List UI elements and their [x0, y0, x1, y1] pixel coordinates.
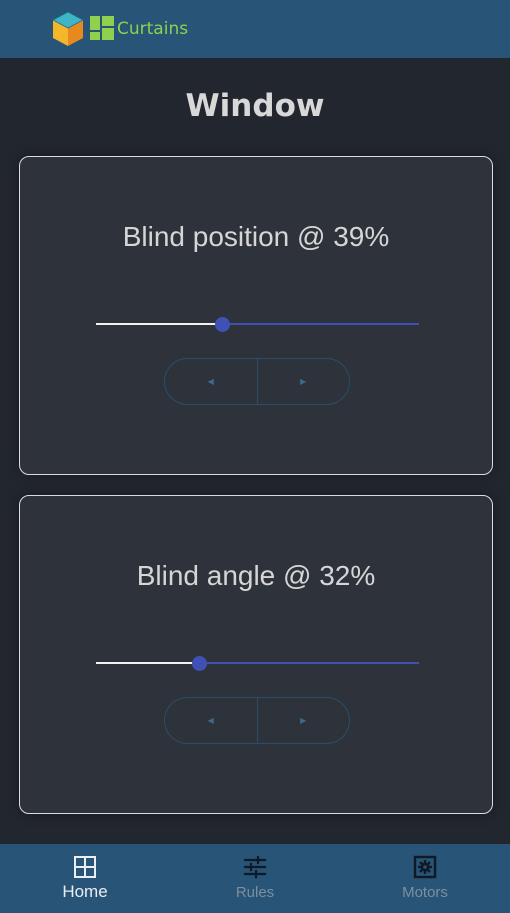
blind-position-label: Blind position @ 39%	[122, 221, 390, 252]
caret-left-icon: ◀	[207, 716, 214, 725]
slider-track-filled	[96, 323, 222, 325]
cog-box-icon	[413, 855, 437, 879]
brand-name[interactable]: Curtains	[117, 19, 188, 39]
increase-button[interactable]: ▶	[256, 359, 350, 404]
blind-angle-card: Blind angle @ 32% ◀ ▶	[19, 495, 493, 814]
slider-track-remaining	[221, 323, 419, 325]
slider-track-remaining	[199, 662, 419, 664]
blind-angle-stepper: ◀ ▶	[164, 697, 350, 744]
slider-track-filled	[96, 662, 200, 664]
grid-icon	[74, 856, 96, 878]
nav-item-home[interactable]: Home	[0, 844, 170, 913]
blind-position-stepper: ◀ ▶	[164, 358, 350, 405]
blind-position-slider[interactable]	[96, 314, 419, 334]
nav-label-home: Home	[62, 882, 108, 901]
nav-label-motors: Motors	[402, 884, 448, 901]
nav-label-rules: Rules	[235, 884, 275, 901]
decrease-button[interactable]: ◀	[165, 359, 257, 404]
bottom-navigation: Home Rules Motors	[0, 844, 510, 913]
slider-thumb[interactable]	[192, 656, 208, 671]
page-title: Window	[185, 88, 325, 124]
caret-right-icon: ▶	[300, 716, 307, 725]
grid-logo-icon	[90, 16, 114, 40]
blind-angle-label: Blind angle @ 32%	[136, 560, 376, 591]
nav-item-motors[interactable]: Motors	[340, 844, 510, 913]
nav-item-rules[interactable]: Rules	[170, 844, 340, 913]
blind-angle-slider[interactable]	[96, 653, 419, 673]
slider-thumb[interactable]	[214, 317, 230, 332]
sliders-icon	[243, 855, 267, 879]
caret-right-icon: ▶	[300, 377, 307, 386]
cube-logo-icon	[52, 11, 84, 46]
caret-left-icon: ◀	[207, 377, 214, 386]
decrease-button[interactable]: ◀	[165, 698, 257, 743]
top-app-bar: Curtains	[0, 0, 510, 58]
blind-position-card: Blind position @ 39% ◀ ▶	[19, 156, 493, 475]
increase-button[interactable]: ▶	[256, 698, 350, 743]
